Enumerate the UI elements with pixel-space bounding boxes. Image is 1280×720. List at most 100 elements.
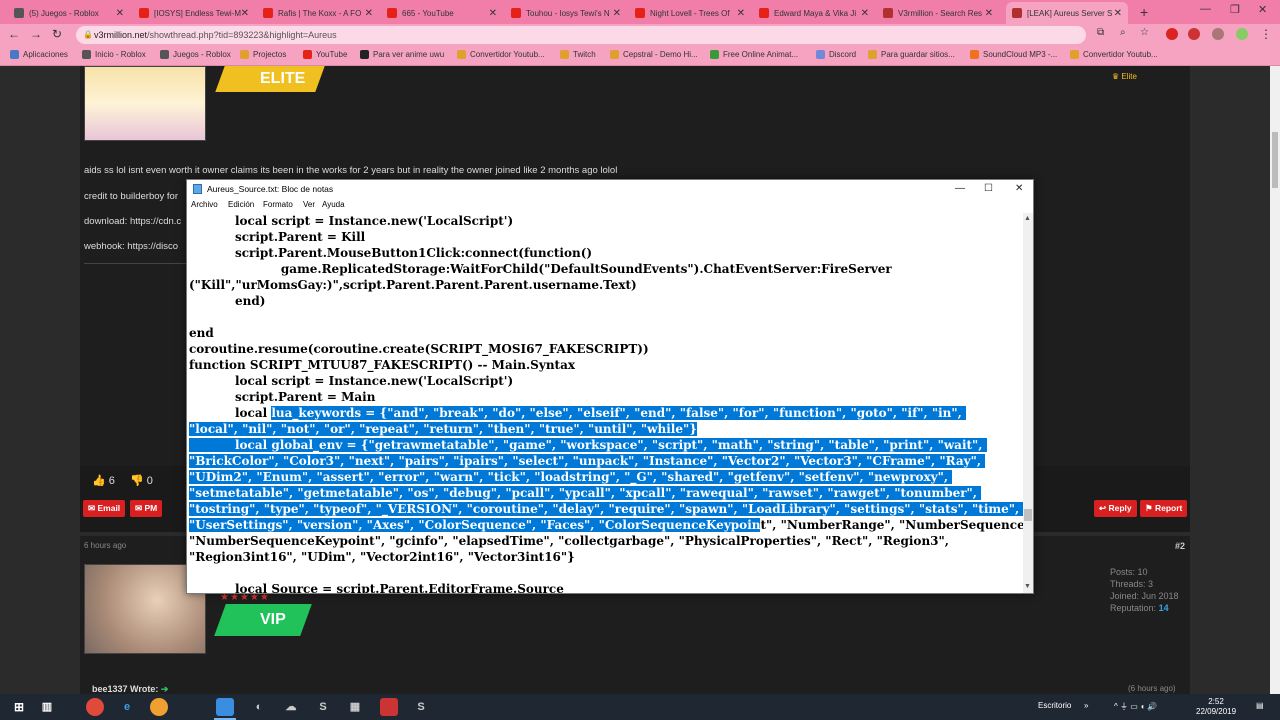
bookmark-star-icon[interactable]: ☆ [1140, 27, 1149, 38]
tab-close-icon[interactable]: ✕ [985, 8, 993, 19]
browser-tab[interactable]: (5) Juegos - Roblox ✕ [8, 2, 130, 24]
firefox-icon[interactable] [150, 698, 168, 716]
notifications-icon[interactable]: ▤ [1256, 701, 1264, 710]
notepad-taskbar-icon[interactable] [216, 698, 234, 716]
bookmark-item[interactable]: SoundCloud MP3 -... [970, 50, 1057, 59]
bookmark-item[interactable]: Para ver anime uwu [360, 50, 444, 59]
menu-formato[interactable]: Formato [263, 200, 293, 209]
browser-tab[interactable]: [LEAK] Aureus Server S ✕ [1006, 2, 1128, 24]
scroll-down-icon[interactable]: ▼ [1024, 583, 1031, 590]
post-text-line-3[interactable]: download: https://cdn.c [84, 216, 181, 227]
notepad-maximize-button[interactable]: ☐ [984, 180, 993, 198]
reply-button[interactable]: ↩ Reply [1094, 500, 1137, 517]
bookmark-item[interactable]: Convertidor Youtub... [1070, 50, 1158, 59]
bookmark-item[interactable]: Projectos [240, 50, 286, 59]
tray-icons[interactable]: ^ ⏚ ▭ ◖ 🔊 [1114, 701, 1157, 712]
scrollbar-thumb[interactable] [1024, 509, 1032, 521]
quote-arrow-icon[interactable]: ➔ [161, 684, 169, 694]
tab-close-icon[interactable]: ✕ [1114, 8, 1122, 19]
menu-edicion[interactable]: Edición [228, 200, 254, 209]
post-2-time: 6 hours ago [84, 541, 127, 550]
tab-close-icon[interactable]: ✕ [365, 8, 373, 19]
bookmark-item[interactable]: Discord [816, 50, 856, 59]
dislike-button[interactable]: 👎 0 [130, 474, 153, 487]
code-line: "Region3int16", "UDim", "Vector2int16", … [189, 549, 575, 565]
tab-favicon-icon [759, 8, 769, 18]
reload-icon[interactable]: ↻ [52, 27, 62, 41]
tab-close-icon[interactable]: ✕ [241, 8, 249, 19]
app-icon-5[interactable] [380, 698, 398, 716]
task-view-icon[interactable]: ▥ [38, 698, 56, 716]
menu-ver[interactable]: Ver [303, 200, 315, 209]
tab-favicon-icon [387, 8, 397, 18]
profile-avatar[interactable] [1236, 28, 1248, 40]
post-text-line-4[interactable]: webhook: https://disco [84, 241, 178, 252]
app-icon-2[interactable]: ☁ [282, 698, 300, 716]
browser-tab[interactable]: V3rmillion - Search Res ✕ [877, 2, 999, 24]
bookmark-item[interactable]: Inicio - Roblox [82, 50, 146, 59]
bookmark-item[interactable]: Aplicaciones [10, 50, 68, 59]
url-input[interactable]: 🔒 v3rmillion.net/showthread.php?tid=8932… [76, 26, 1086, 44]
maximize-button[interactable]: ❐ [1230, 3, 1240, 16]
browser-tab[interactable]: [IOSYS] Endless Tewi-M ✕ [133, 2, 255, 24]
extension-icon-1[interactable] [1166, 28, 1178, 40]
desktop-toolbar[interactable]: Escritorio [1038, 701, 1071, 710]
notepad-text-area[interactable]: local script = Instance.new('LocalScript… [189, 213, 1023, 593]
tab-close-icon[interactable]: ✕ [116, 8, 124, 19]
scroll-up-icon[interactable]: ▲ [1024, 215, 1031, 222]
bookmark-label: Juegos - Roblox [173, 50, 231, 59]
browser-tab[interactable]: Night Lovell - Trees Of ✕ [629, 2, 751, 24]
app-icon-1[interactable]: ◐ [250, 698, 268, 716]
tab-close-icon[interactable]: ✕ [737, 8, 745, 19]
post-number[interactable]: #2 [1175, 541, 1185, 551]
taskbar-clock[interactable]: 2:52 22/09/2019 [1196, 697, 1236, 717]
email-button[interactable]: ✉ Email [83, 500, 126, 517]
avatar[interactable] [84, 66, 206, 141]
bookmark-item[interactable]: Para guardar sitios... [868, 50, 955, 59]
minimize-button[interactable]: — [1200, 3, 1211, 15]
back-icon[interactable]: ← [8, 27, 20, 41]
report-button[interactable]: ⚑ Report [1140, 500, 1188, 517]
chrome-icon[interactable] [86, 698, 104, 716]
translate-icon[interactable]: ⧉ [1097, 27, 1104, 38]
bookmark-item[interactable]: Free Online Animat... [710, 50, 798, 59]
app-icon-6[interactable]: S [412, 698, 430, 716]
bookmark-item[interactable]: YouTube [303, 50, 347, 59]
menu-archivo[interactable]: Archivo [191, 200, 218, 209]
bookmark-item[interactable]: Juegos - Roblox [160, 50, 231, 59]
tray-chevron-icon[interactable]: » [1084, 701, 1088, 710]
browser-tab[interactable]: Rafis | The Koxx - A FO ✕ [257, 2, 379, 24]
notepad-minimize-button[interactable]: — [955, 180, 965, 198]
notepad-close-button[interactable]: ✕ [1015, 180, 1023, 198]
browser-tab[interactable]: 665 - YouTube ✕ [381, 2, 503, 24]
menu-ayuda[interactable]: Ayuda [322, 200, 345, 209]
windows-start-icon[interactable]: ⊞ [10, 698, 28, 716]
page-scrollbar[interactable] [1270, 66, 1280, 694]
notepad-title-bar[interactable]: Aureus_Source.txt: Bloc de notas — ☐ ✕ [187, 180, 1033, 198]
extension-icon-3[interactable] [1212, 28, 1224, 40]
tab-close-icon[interactable]: ✕ [613, 8, 621, 19]
bookmark-item[interactable]: Cepstral - Demo Hi... [610, 50, 698, 59]
tab-close-icon[interactable]: ✕ [861, 8, 869, 19]
close-window-button[interactable]: ✕ [1258, 3, 1267, 16]
browser-tab[interactable]: Edward Maya & Vika Ji ✕ [753, 2, 875, 24]
bookmark-item[interactable]: Convertidor Youtub... [457, 50, 545, 59]
like-button[interactable]: 👍 6 [92, 474, 115, 487]
code-line: end [189, 325, 214, 341]
bookmark-item[interactable]: Twitch [560, 50, 596, 59]
extension-icon-2[interactable] [1188, 28, 1200, 40]
app-icon-3[interactable]: S [314, 698, 332, 716]
pm-button[interactable]: ✉ PM [130, 500, 163, 517]
menu-kebab-icon[interactable]: ⋮ [1260, 27, 1272, 41]
notepad-scrollbar[interactable]: ▲ ▼ [1023, 213, 1033, 593]
app-icon-4[interactable]: ▦ [346, 698, 364, 716]
forward-icon[interactable]: → [30, 27, 42, 41]
new-tab-button[interactable]: + [1140, 4, 1148, 20]
bookmark-label: Projectos [253, 50, 287, 59]
edge-icon[interactable]: e [118, 698, 136, 716]
tab-close-icon[interactable]: ✕ [489, 8, 497, 19]
zoom-icon[interactable]: ⌕ [1120, 27, 1126, 38]
user-stats: Posts: 10 Threads: 3 Joined: Jun 2018 Re… [1110, 567, 1179, 613]
tab-favicon-icon [14, 8, 24, 18]
browser-tab[interactable]: Touhou - Iosys Tewi's N ✕ [505, 2, 627, 24]
